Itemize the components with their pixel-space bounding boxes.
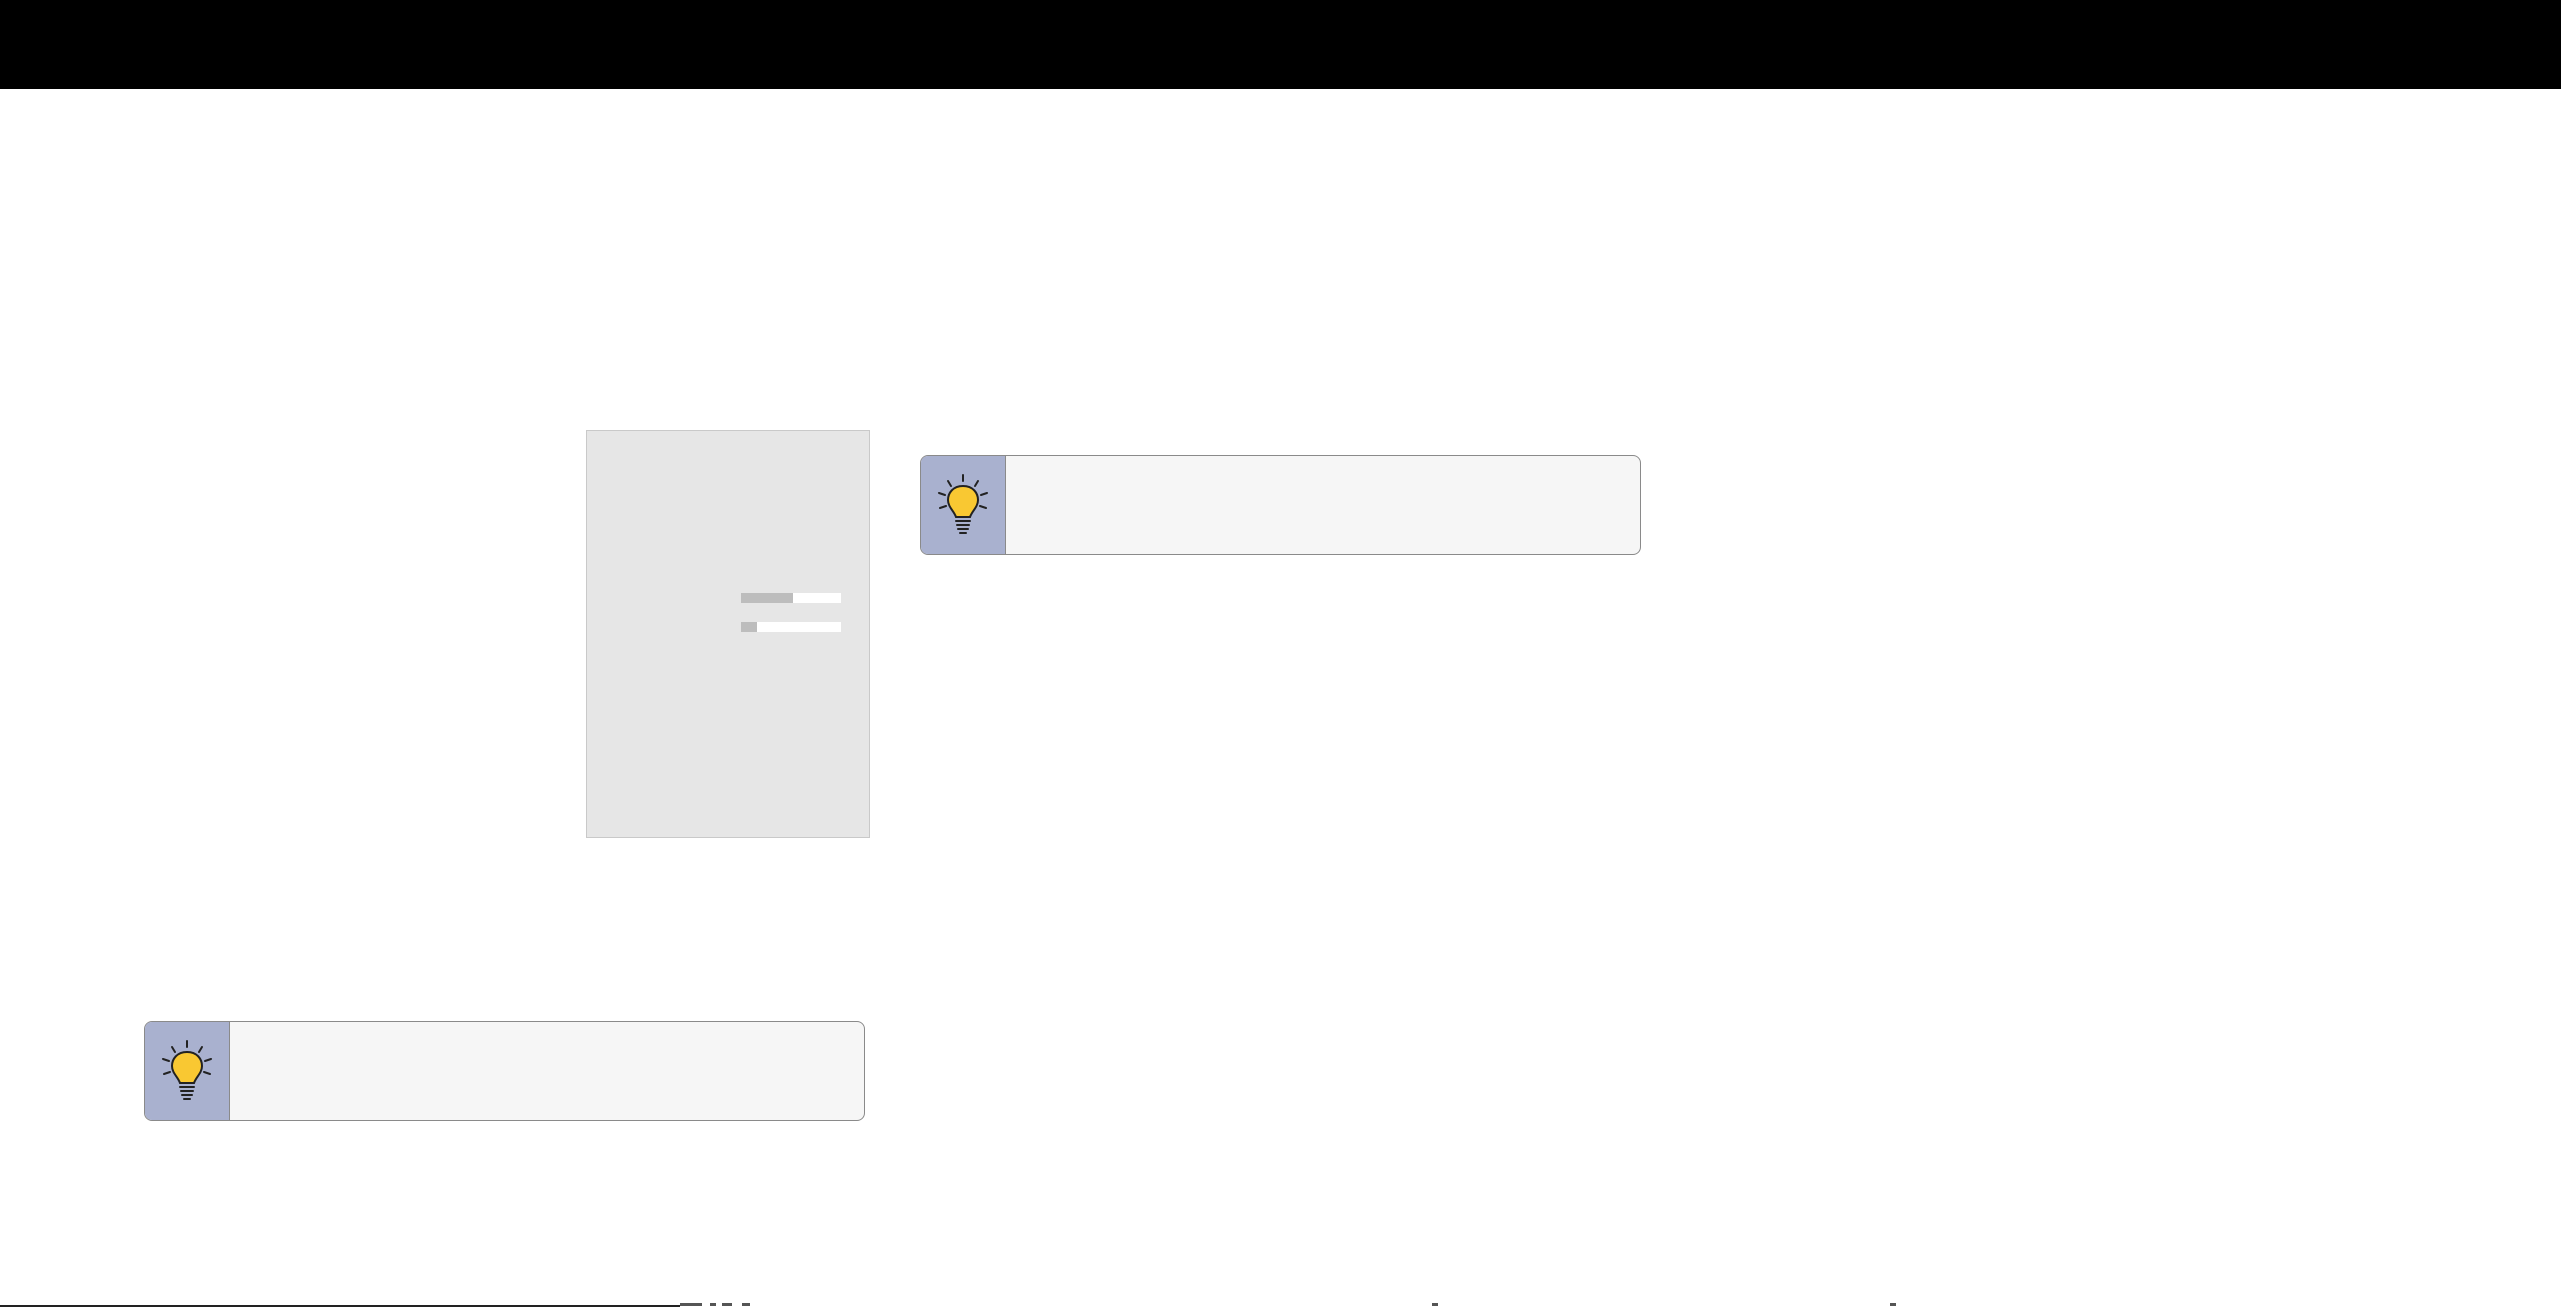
footer-fragment — [680, 1303, 702, 1306]
tip-text — [1021, 456, 1624, 554]
level-slider-2[interactable] — [741, 622, 841, 632]
slider-fill — [741, 593, 793, 603]
lightbulb-icon — [162, 1040, 212, 1100]
tip-box-left — [144, 1021, 865, 1121]
footer-fragment — [1432, 1303, 1438, 1306]
footer-fragment — [742, 1303, 750, 1306]
tip-box-right — [920, 455, 1641, 555]
level-slider-1[interactable] — [741, 593, 841, 603]
top-bar — [0, 0, 2561, 89]
tip-text — [245, 1022, 848, 1120]
footer-fragment — [1890, 1303, 1896, 1306]
lightbulb-icon — [938, 474, 988, 534]
settings-screen-panel — [586, 430, 870, 838]
footer-fragment — [722, 1303, 732, 1306]
footer-text-fragments — [680, 1300, 2000, 1309]
tip-icon-cell — [921, 456, 1006, 554]
footer-fragment — [710, 1303, 716, 1306]
page — [0, 0, 2561, 1309]
slider-fill — [741, 622, 757, 632]
footer-rule — [0, 1305, 680, 1307]
tip-icon-cell — [145, 1022, 230, 1120]
